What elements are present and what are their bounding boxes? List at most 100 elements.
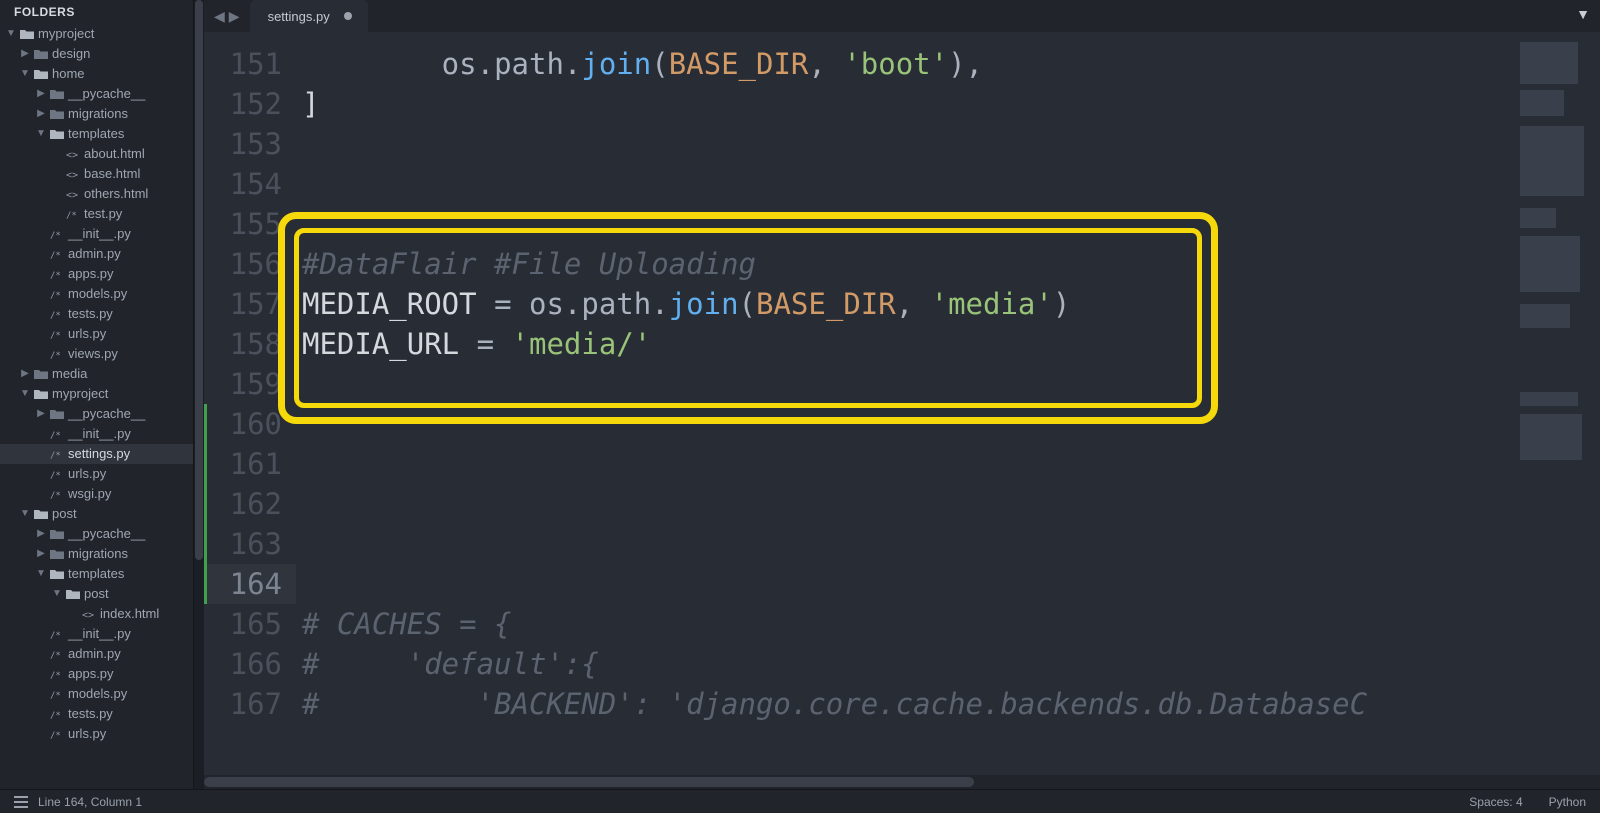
tab-history-nav: ◀ ▶ bbox=[204, 0, 250, 32]
tree-item-label: __pycache__ bbox=[68, 524, 145, 544]
menu-icon[interactable] bbox=[14, 796, 28, 808]
code-line[interactable]: # 'default':{ bbox=[302, 644, 1510, 684]
tree-item[interactable]: ▼post bbox=[0, 504, 193, 524]
tree-item[interactable]: /*apps.py bbox=[0, 664, 193, 684]
tree-item[interactable]: /*__init__.py bbox=[0, 424, 193, 444]
tree-item[interactable]: ▼templates bbox=[0, 564, 193, 584]
disclosure-icon: ▼ bbox=[34, 564, 48, 584]
tree-item[interactable]: <>index.html bbox=[0, 604, 193, 624]
tree-item[interactable]: <>others.html bbox=[0, 184, 193, 204]
code-line[interactable] bbox=[302, 164, 1510, 204]
gutter-line-number: 155 bbox=[204, 204, 296, 244]
tree-item-label: post bbox=[84, 584, 109, 604]
gutter-line-number: 154 bbox=[204, 164, 296, 204]
status-indent[interactable]: Spaces: 4 bbox=[1469, 795, 1522, 809]
tree-item[interactable]: ▼ post bbox=[0, 584, 193, 604]
code-line[interactable] bbox=[302, 364, 1510, 404]
tab-title: settings.py bbox=[268, 9, 330, 24]
folder-icon bbox=[32, 48, 50, 60]
tree-item-label: base.html bbox=[84, 164, 140, 184]
code-line[interactable] bbox=[302, 124, 1510, 164]
tree-item[interactable]: ▼home bbox=[0, 64, 193, 84]
tree-item[interactable]: /*test.py bbox=[0, 204, 193, 224]
code-line[interactable]: MEDIA_URL = 'media/' bbox=[302, 324, 1510, 364]
code-line[interactable] bbox=[302, 524, 1510, 564]
code-line[interactable]: # 'BACKEND': 'django.core.cache.backends… bbox=[302, 684, 1510, 724]
tab-forward-icon[interactable]: ▶ bbox=[229, 8, 240, 25]
tree-item[interactable]: ▼templates bbox=[0, 124, 193, 144]
py-icon: /* bbox=[48, 688, 66, 700]
tree-item-label: __init__.py bbox=[68, 424, 131, 444]
tab-settings-py[interactable]: settings.py bbox=[250, 0, 368, 32]
tree-item[interactable]: ▶media bbox=[0, 364, 193, 384]
gutter-line-number: 151 bbox=[204, 44, 296, 84]
code-line[interactable] bbox=[302, 204, 1510, 244]
svg-text:/*: /* bbox=[50, 671, 61, 680]
editor-hscroll-thumb[interactable] bbox=[204, 777, 974, 787]
tree-item[interactable]: /*tests.py bbox=[0, 704, 193, 724]
tree-item[interactable]: ▶ __pycache__ bbox=[0, 524, 193, 544]
tree-item[interactable]: /*__init__.py bbox=[0, 624, 193, 644]
tree-item-label: __pycache__ bbox=[68, 404, 145, 424]
svg-text:/*: /* bbox=[50, 651, 61, 660]
sidebar-scroll-thumb[interactable] bbox=[195, 0, 203, 560]
sidebar-header: FOLDERS bbox=[0, 0, 193, 24]
disclosure-icon: ▼ bbox=[50, 584, 64, 604]
code-line[interactable]: MEDIA_ROOT = os.path.join(BASE_DIR, 'med… bbox=[302, 284, 1510, 324]
py-icon: /* bbox=[48, 288, 66, 300]
code-line[interactable] bbox=[302, 484, 1510, 524]
tree-item[interactable]: /*admin.py bbox=[0, 244, 193, 264]
code-editor[interactable]: 1511521531541551561571581591601611621631… bbox=[204, 32, 1600, 789]
tree-item[interactable]: <>about.html bbox=[0, 144, 193, 164]
tree-item[interactable]: /*__init__.py bbox=[0, 224, 193, 244]
tree-item[interactable]: ▶migrations bbox=[0, 544, 193, 564]
disclosure-icon: ▶ bbox=[34, 524, 48, 544]
gutter-line-number: 163 bbox=[204, 524, 296, 564]
tree-item-label: media bbox=[52, 364, 87, 384]
folder-icon bbox=[48, 408, 66, 420]
tree-item-label: myproject bbox=[38, 24, 94, 44]
editor-horizontal-scrollbar[interactable] bbox=[204, 775, 1600, 789]
tree-item[interactable]: ▼myproject bbox=[0, 24, 193, 44]
folder-icon bbox=[48, 548, 66, 560]
code-line[interactable]: os.path.join(BASE_DIR, 'boot'), bbox=[302, 44, 1510, 84]
tree-item[interactable]: <>base.html bbox=[0, 164, 193, 184]
code-line[interactable]: # CACHES = { bbox=[302, 604, 1510, 644]
py-icon: /* bbox=[48, 428, 66, 440]
code-line[interactable]: ] bbox=[302, 84, 1510, 124]
tree-item[interactable]: ▶migrations bbox=[0, 104, 193, 124]
tab-overflow-menu-icon[interactable]: ▼ bbox=[1576, 6, 1590, 22]
py-icon: /* bbox=[48, 488, 66, 500]
code-line[interactable] bbox=[302, 564, 1510, 604]
code-line[interactable]: #DataFlair #File Uploading bbox=[302, 244, 1510, 284]
code-line[interactable] bbox=[302, 404, 1510, 444]
tree-item[interactable]: /*models.py bbox=[0, 284, 193, 304]
html-icon: <> bbox=[80, 608, 98, 620]
tree-item[interactable]: ▶__pycache__ bbox=[0, 84, 193, 104]
gutter-line-number: 156 bbox=[204, 244, 296, 284]
tree-item[interactable]: /*tests.py bbox=[0, 304, 193, 324]
tree-item[interactable]: /*urls.py bbox=[0, 464, 193, 484]
status-syntax[interactable]: Python bbox=[1549, 795, 1586, 809]
status-cursor-position[interactable]: Line 164, Column 1 bbox=[38, 795, 142, 809]
sidebar-scrollbar[interactable] bbox=[194, 0, 204, 789]
gutter-line-number: 153 bbox=[204, 124, 296, 164]
minimap[interactable] bbox=[1514, 36, 1596, 769]
tree-item[interactable]: /*urls.py bbox=[0, 724, 193, 744]
tree-item[interactable]: /*settings.py bbox=[0, 444, 193, 464]
tree-item-label: models.py bbox=[68, 284, 127, 304]
tree-item[interactable]: /*apps.py bbox=[0, 264, 193, 284]
tree-item[interactable]: ▶ __pycache__ bbox=[0, 404, 193, 424]
py-icon: /* bbox=[64, 208, 82, 220]
code-line[interactable] bbox=[302, 444, 1510, 484]
tree-item[interactable]: /*urls.py bbox=[0, 324, 193, 344]
tree-item[interactable]: /*wsgi.py bbox=[0, 484, 193, 504]
tree-item[interactable]: /*views.py bbox=[0, 344, 193, 364]
tab-back-icon[interactable]: ◀ bbox=[214, 8, 225, 25]
tree-item[interactable]: ▶design bbox=[0, 44, 193, 64]
tree-item[interactable]: ▼myproject bbox=[0, 384, 193, 404]
tree-item[interactable]: /*models.py bbox=[0, 684, 193, 704]
tree-item[interactable]: /*admin.py bbox=[0, 644, 193, 664]
disclosure-icon: ▶ bbox=[34, 544, 48, 564]
disclosure-icon: ▶ bbox=[34, 404, 48, 424]
